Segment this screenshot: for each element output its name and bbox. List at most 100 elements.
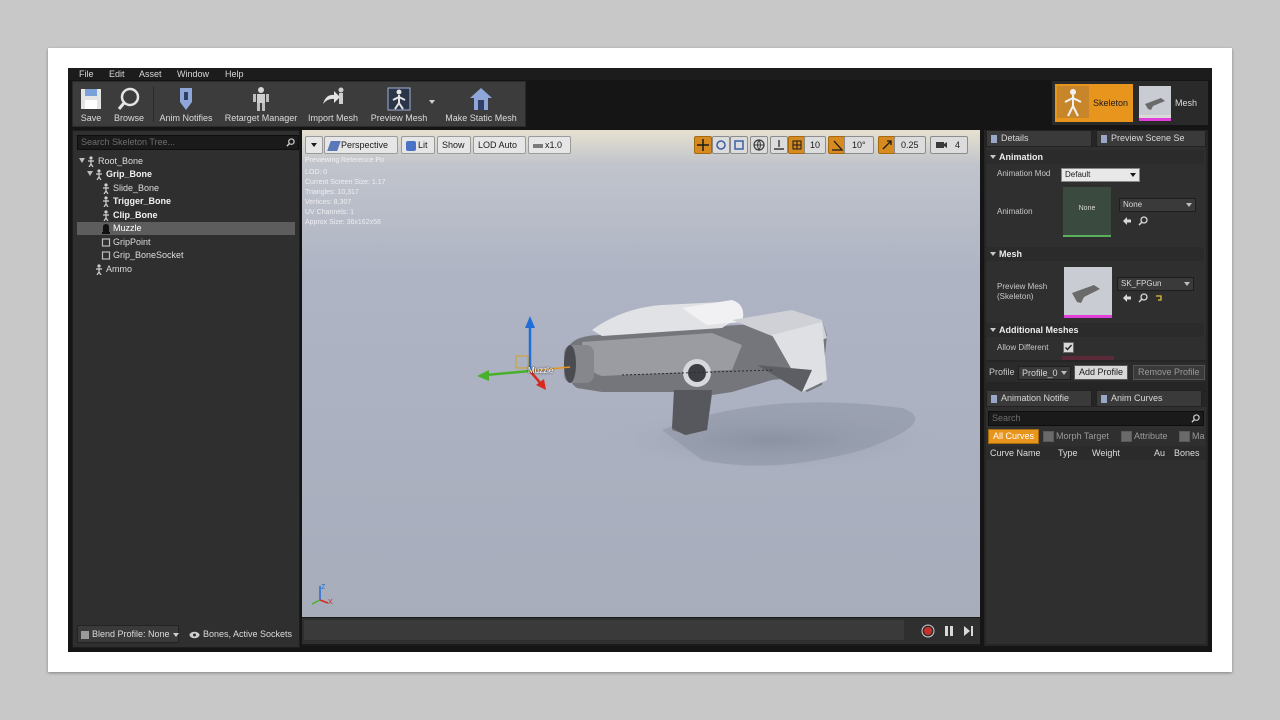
bones-filter-dropdown[interactable]: Bones, Active Sockets [185,625,297,643]
profile-dropdown[interactable]: Profile_0 [1018,366,1071,380]
remove-profile-button[interactable]: Remove Profile [1133,365,1205,380]
blend-profile-dropdown[interactable]: Blend Profile: None [77,625,179,643]
axis-z-label: Z [321,584,326,591]
column-type[interactable]: Type [1058,446,1078,460]
tab-anim-curves[interactable]: Anim Curves [1096,390,1202,407]
use-selected-arrow-icon[interactable] [1122,293,1132,303]
preview-mesh-thumbnail[interactable] [1064,267,1112,318]
column-bones[interactable]: Bones [1174,446,1200,460]
additional-meshes-section-header[interactable]: Additional Meshes [986,323,1204,337]
playback-speed-button[interactable]: x1.0 [528,136,571,154]
step-forward-icon[interactable] [963,625,975,637]
scale-icon [734,140,744,150]
tree-row-root-bone[interactable]: Root_Bone [77,155,295,168]
record-icon[interactable] [921,624,935,638]
add-profile-button[interactable]: Add Profile [1074,365,1129,380]
menu-window[interactable]: Window [177,68,209,80]
tree-row-slide-bone[interactable]: Slide_Bone [77,182,295,195]
bone-icon [96,264,102,275]
animation-asset-value: None [1123,200,1143,209]
menu-edit[interactable]: Edit [109,68,125,80]
menu-file[interactable]: File [79,68,94,80]
tab-preview-scene[interactable]: Preview Scene Se [1096,130,1206,147]
tab-animation-notifies[interactable]: Animation Notifie [986,390,1092,407]
globe-icon [753,139,765,151]
tab-details[interactable]: Details [986,130,1092,147]
column-auto[interactable]: Au [1154,446,1165,460]
lod-button[interactable]: LOD Auto [473,136,526,154]
expand-arrow-icon[interactable] [79,158,85,163]
viewport-3d[interactable]: Muzzle Z X Previewing Reference Po LOD: … [302,130,980,617]
scale-tool-button[interactable] [730,136,748,154]
attribute-checkbox[interactable] [1121,431,1132,442]
timeline-track[interactable] [304,620,904,640]
expand-arrow-icon[interactable] [87,171,93,176]
rotation-snap-value[interactable]: 10° [844,136,874,154]
use-selected-arrow-icon[interactable] [1122,216,1132,226]
lit-sphere-icon [406,140,416,151]
show-button[interactable]: Show [437,136,471,154]
stat-approx-size: Approx Size: 36x162x58 [305,219,381,226]
browse-asset-icon[interactable] [1138,293,1148,303]
column-curve-name[interactable]: Curve Name [990,446,1041,460]
animation-thumbnail[interactable]: None [1063,187,1111,237]
tree-row-ammo[interactable]: Ammo [77,263,295,276]
grid-snap-value[interactable]: 10 [804,136,826,154]
perspective-button[interactable]: Perspective [324,136,398,154]
chevron-down-icon [1130,173,1136,177]
tree-item-label: Grip_Bone [106,169,153,179]
retarget-manager-button[interactable]: Retarget Manager [223,82,299,126]
tree-row-grip-bone[interactable]: Grip_Bone [77,168,295,181]
tree-row-grippoint[interactable]: GripPoint [77,236,295,249]
mesh-header-label: Mesh [999,249,1023,259]
rotate-tool-button[interactable] [712,136,730,154]
viewport-options-button[interactable] [305,136,323,154]
tree-row-grip-bonesocket[interactable]: Grip_BoneSocket [77,249,295,262]
tab-notifies-label: Animation Notifie [1001,393,1070,403]
tree-row-muzzle-selected[interactable]: Muzzle [77,222,295,235]
world-space-button[interactable] [750,136,768,154]
tab-curves-label: Anim Curves [1111,393,1163,403]
preview-mesh-dropdown-icon[interactable] [429,100,435,104]
surface-snap-button[interactable] [770,136,788,154]
skeleton-search-input[interactable]: Search Skeleton Tree... [77,135,299,150]
pause-icon[interactable] [943,625,955,637]
animation-asset-dropdown[interactable]: None [1119,198,1196,212]
anim-notifies-button[interactable]: Anim Notifies [157,82,215,126]
curves-search-input[interactable]: Search [988,411,1204,426]
toolbar-divider [153,86,154,122]
scale-snap-value[interactable]: 0.25 [894,136,926,154]
animation-mode-dropdown[interactable]: Default [1061,168,1140,182]
make-static-mesh-button[interactable]: Make Static Mesh [441,82,521,126]
collapse-arrow-icon [990,155,996,160]
allow-different-checkbox[interactable] [1063,342,1074,353]
material-checkbox[interactable] [1179,431,1190,442]
preview-mesh-button[interactable]: Preview Mesh [367,82,431,126]
column-weight[interactable]: Weight [1092,446,1120,460]
import-mesh-button[interactable]: Import Mesh [305,82,361,126]
translate-tool-button[interactable] [694,136,712,154]
chevron-down-icon [311,143,317,147]
all-curves-filter[interactable]: All Curves [988,429,1040,444]
menu-asset[interactable]: Asset [139,68,162,80]
browse-asset-icon[interactable] [1138,216,1148,226]
preview-mesh-dropdown[interactable]: SK_FPGun [1117,277,1194,291]
stat-lod: LOD: 0 [305,169,328,176]
tree-row-trigger-bone[interactable]: Trigger_Bone [77,195,295,208]
bone-icon [103,183,109,194]
morph-target-checkbox[interactable] [1043,431,1054,442]
reset-to-default-icon[interactable] [1154,293,1164,303]
lit-button[interactable]: Lit [401,136,435,154]
gun-thumbnail-icon [1072,285,1100,303]
menu-help[interactable]: Help [225,68,244,80]
save-button[interactable]: Save [75,82,107,126]
browse-button[interactable]: Browse [111,82,147,126]
skeleton-mode-tab[interactable]: Skeleton [1055,84,1133,122]
mesh-section-header[interactable]: Mesh [986,247,1204,261]
tree-row-clip-bone[interactable]: Clip_Bone [77,209,295,222]
camera-speed-button[interactable]: 4 [930,136,968,154]
skeleton-mode-icon [1057,86,1089,118]
animation-section-header[interactable]: Animation [986,150,1204,164]
mesh-mode-tab[interactable]: Mesh [1137,84,1205,122]
tree-item-label: Slide_Bone [113,183,160,193]
